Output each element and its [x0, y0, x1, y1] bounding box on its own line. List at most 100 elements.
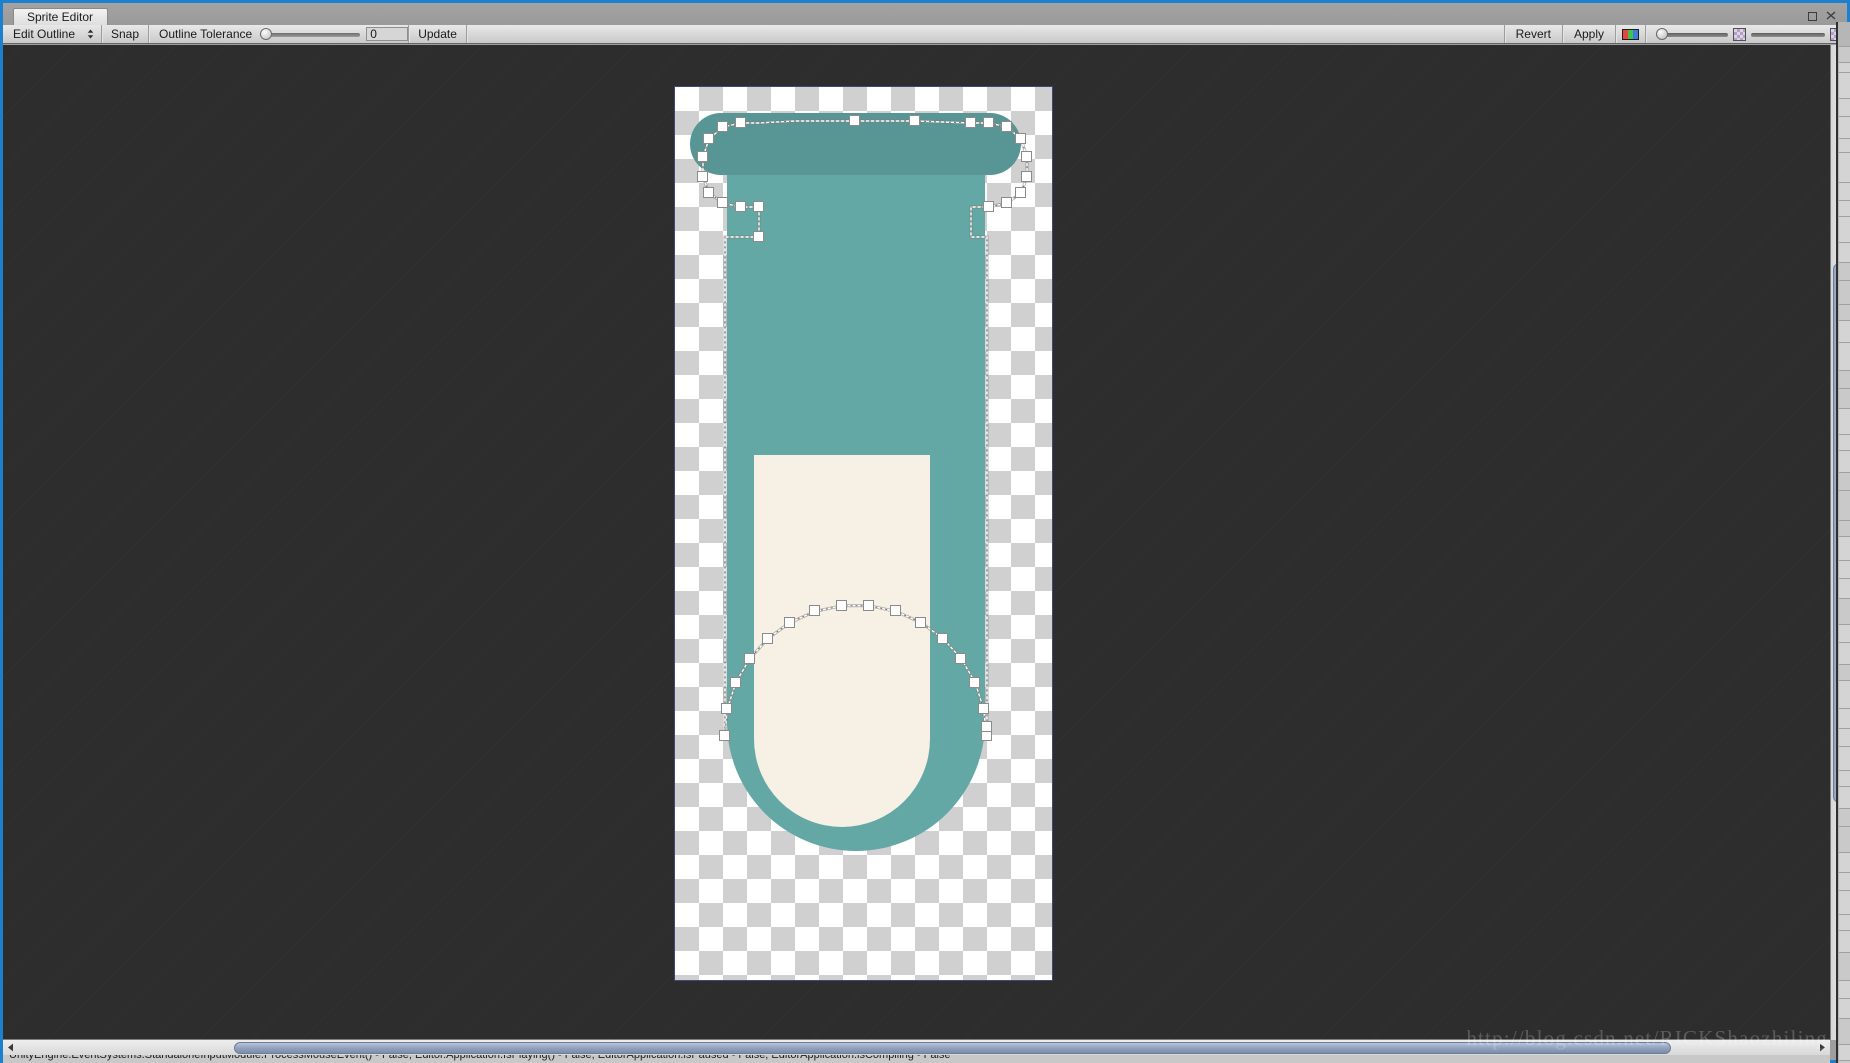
slider-track	[1751, 32, 1825, 37]
outline-handle[interactable]	[718, 730, 730, 741]
panel-row	[1839, 770, 1850, 786]
outline-handle[interactable]	[729, 676, 741, 688]
outline-tolerance-input[interactable]: 0	[366, 27, 409, 41]
tab-sprite-editor[interactable]: Sprite Editor	[13, 8, 109, 25]
outline-handle[interactable]	[1001, 197, 1012, 208]
outline-handle[interactable]	[697, 171, 708, 182]
scroll-right-arrow-icon[interactable]	[1815, 1040, 1830, 1055]
chevron-updown-icon	[87, 29, 94, 40]
panel-row	[1839, 598, 1850, 624]
outline-handle[interactable]	[697, 151, 708, 162]
panel-row	[1839, 342, 1850, 370]
outline-handle[interactable]	[753, 231, 764, 242]
outline-handle[interactable]	[784, 616, 795, 628]
panel-row	[1839, 370, 1850, 388]
panel-row	[1839, 490, 1850, 520]
outline-handle[interactable]	[965, 117, 976, 128]
panel-row	[1839, 434, 1850, 450]
panel-row	[1839, 388, 1850, 408]
alpha-slider[interactable]	[1656, 27, 1728, 41]
outline-tolerance-slider[interactable]	[260, 27, 361, 41]
panel-row	[1839, 826, 1850, 852]
sprite-canvas[interactable]	[674, 86, 1053, 981]
outline-handle[interactable]	[863, 599, 875, 611]
update-button[interactable]: Update	[409, 25, 466, 43]
scroll-left-arrow-icon[interactable]	[3, 1040, 18, 1055]
outline-handle[interactable]	[909, 115, 920, 126]
panel-row	[1839, 808, 1850, 826]
outline-handle[interactable]	[735, 117, 746, 128]
panel-row	[1839, 408, 1850, 434]
outline-handle[interactable]	[743, 653, 755, 664]
panel-row	[1839, 152, 1850, 182]
horizontal-scrollbar-thumb[interactable]	[233, 1042, 1672, 1054]
rgb-swatch	[1622, 28, 1639, 40]
outline-handle[interactable]	[983, 117, 994, 128]
panel-row	[1839, 786, 1850, 808]
revert-button[interactable]: Revert	[1505, 25, 1562, 43]
outline-handle[interactable]	[703, 187, 714, 198]
outline-handle[interactable]	[981, 721, 992, 732]
panel-row	[1839, 728, 1850, 746]
panel-row	[1839, 680, 1850, 708]
panel-row	[1839, 262, 1850, 280]
outline-handle[interactable]	[753, 201, 764, 212]
outline-handle[interactable]	[835, 599, 847, 611]
console-clipped-strip: UnityEngine.EventSystems.StandaloneInput…	[3, 1055, 1830, 1063]
panel-row	[1839, 746, 1850, 770]
panel-row	[1839, 642, 1850, 664]
maximize-icon[interactable]	[1805, 9, 1819, 22]
test-tube-sprite	[675, 87, 1052, 980]
outline-handle[interactable]	[849, 115, 860, 126]
panel-row	[1839, 98, 1850, 116]
outline-handle[interactable]	[717, 121, 728, 132]
panel-row	[1839, 320, 1850, 342]
zoom-slider[interactable]	[1751, 28, 1825, 41]
outline-handle[interactable]	[1001, 121, 1012, 132]
outline-handle[interactable]	[761, 632, 773, 644]
toolbar-separator	[1645, 25, 1646, 43]
outline-handle[interactable]	[983, 201, 994, 212]
outline-handle[interactable]	[955, 653, 967, 664]
outline-handle[interactable]	[1021, 151, 1032, 162]
apply-button[interactable]: Apply	[1563, 25, 1615, 43]
rgb-channels-icon[interactable]	[1616, 25, 1645, 43]
slider-knob[interactable]	[260, 27, 273, 40]
tab-bar: Sprite Editor	[3, 3, 1847, 35]
sprite-canvas-viewport[interactable]	[3, 45, 1830, 1040]
panel-row	[1839, 200, 1850, 216]
outline-handle[interactable]	[721, 702, 733, 714]
panel-row	[1839, 952, 1850, 980]
outline-tolerance-label: Outline Tolerance	[159, 27, 253, 41]
outline-handle[interactable]	[1015, 187, 1026, 198]
outline-handle[interactable]	[937, 632, 949, 644]
outline-handle[interactable]	[889, 605, 901, 617]
alpha-checker-icon[interactable]	[1733, 27, 1746, 41]
horizontal-scrollbar[interactable]	[3, 1039, 1830, 1055]
panel-row	[1839, 998, 1850, 1018]
outline-handle[interactable]	[809, 605, 821, 617]
panel-row	[1839, 624, 1850, 642]
panel-row	[1839, 72, 1850, 98]
panel-row	[1839, 450, 1850, 472]
outline-handle[interactable]	[735, 201, 746, 212]
mode-dropdown[interactable]: Edit Outline	[3, 25, 101, 43]
panel-row	[1839, 930, 1850, 952]
panel-row	[1839, 1018, 1850, 1044]
panel-row	[1839, 46, 1850, 62]
outline-handle[interactable]	[915, 616, 926, 628]
close-icon[interactable]	[1824, 9, 1838, 22]
outline-handle[interactable]	[1021, 171, 1032, 182]
panel-row	[1839, 852, 1850, 872]
snap-button[interactable]: Snap	[102, 25, 148, 43]
slider-knob[interactable]	[1656, 27, 1668, 40]
outline-handle[interactable]	[717, 197, 728, 208]
outline-handle[interactable]	[703, 133, 714, 144]
panel-row	[1839, 304, 1850, 320]
outline-handle[interactable]	[977, 702, 989, 714]
panel-row	[1839, 914, 1850, 930]
outline-handle[interactable]	[1015, 133, 1026, 144]
adjacent-panel-sliver[interactable]	[1836, 22, 1850, 1063]
outline-handle[interactable]	[969, 676, 981, 688]
panel-row	[1839, 138, 1850, 152]
